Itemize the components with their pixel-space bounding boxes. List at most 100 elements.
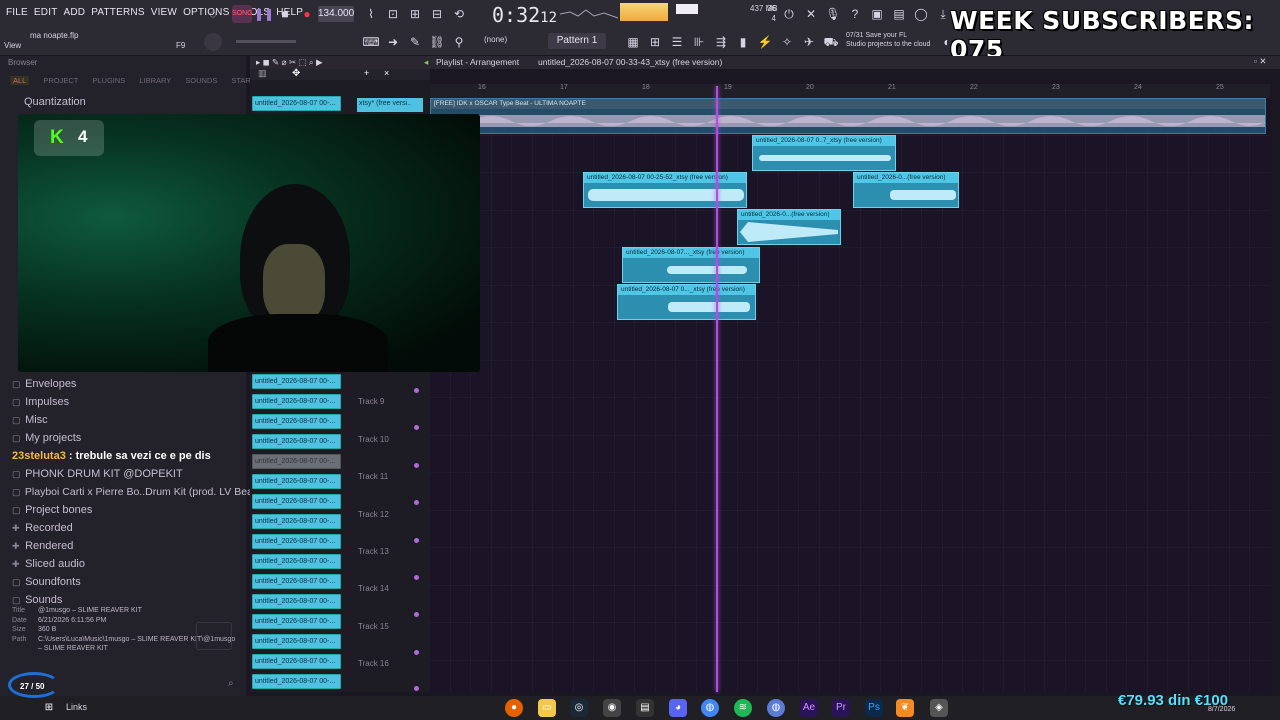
master-volume-knob[interactable]	[204, 33, 222, 51]
fl-studio-icon[interactable]: ❦	[896, 699, 914, 717]
plug-icon[interactable]: ⚡	[756, 33, 774, 51]
track-label[interactable]: Track 9	[358, 397, 384, 406]
track-label[interactable]: Track 14	[358, 584, 389, 593]
keyboard-icon[interactable]: ⌨	[362, 33, 380, 51]
track-label[interactable]: Track 15	[358, 622, 389, 631]
channel-rack-icon[interactable]: ☰	[668, 33, 686, 51]
spotify-icon[interactable]: ≋	[734, 699, 752, 717]
menu-edit[interactable]: EDIT	[34, 7, 58, 18]
browser-item-soundfonts[interactable]: ▢ Soundfonts	[12, 576, 81, 588]
audio-clip-main[interactable]: [FREE] IDK x OSCAR Type Beat - ULTIMA NO…	[430, 98, 1266, 134]
photoshop-icon[interactable]: Ps	[865, 699, 883, 717]
piano-roll-icon[interactable]: ⊞	[646, 33, 664, 51]
song-mode-toggle[interactable]: SONG	[232, 5, 253, 23]
track-label[interactable]: Track 10	[358, 435, 389, 444]
github-icon[interactable]: ◉	[603, 699, 621, 717]
playlist-play-icon[interactable]: ◂	[424, 57, 428, 68]
pattern-clip[interactable]: untitled_2026-08-07 00-...	[252, 674, 341, 689]
link-icon[interactable]: ⛓	[428, 33, 446, 51]
browser-item-playboi-carti-kit[interactable]: ▢ Playboi Carti x Pierre Bo..Drum Kit (p…	[12, 486, 265, 498]
pattern-clip[interactable]: untitled_2026-08-07 00-...	[252, 594, 341, 609]
record-button[interactable]: ●	[298, 5, 316, 23]
browser-item-sliced-audio[interactable]: ✚ Sliced audio	[12, 558, 85, 570]
save-icon[interactable]: ▣	[868, 5, 886, 23]
bird-icon[interactable]: ✈	[800, 33, 818, 51]
track-label[interactable]: Track 11	[358, 472, 388, 481]
tab-library[interactable]: LIBRARY	[139, 76, 171, 85]
menu-file[interactable]: FILE	[6, 7, 28, 18]
pattern-clip[interactable]: untitled_2026-08-07 00-...	[252, 554, 341, 569]
pattern-clip[interactable]: untitled_2026-08-07 00-...	[252, 574, 341, 589]
obs-icon[interactable]: ▤	[636, 699, 654, 717]
pattern-clip[interactable]: untitled_2026-08-07 00-...	[252, 654, 341, 669]
chrome-icon[interactable]: ◍	[701, 699, 719, 717]
cart-icon[interactable]: ⛟	[822, 33, 840, 51]
help-icon[interactable]: ?	[846, 5, 864, 23]
menu-patterns[interactable]: PATTERNS	[91, 7, 144, 18]
after-effects-icon[interactable]: Ae	[800, 699, 818, 717]
premiere-icon[interactable]: Pr	[832, 699, 850, 717]
pattern-clip[interactable]: untitled_2026-08-07 00-...	[252, 494, 341, 509]
pattern-selector[interactable]: Pattern 1	[548, 33, 606, 49]
track-label[interactable]: Track 16	[358, 659, 389, 668]
tab-all[interactable]: ALL	[10, 76, 30, 85]
window-controls[interactable]: ▫ ✕	[1254, 56, 1267, 67]
add-track-icon[interactable]: +	[364, 68, 369, 78]
pattern-clip-muted[interactable]: untitled_2026-08-07 00-...	[252, 454, 341, 469]
countdown-icon[interactable]: ⊞	[406, 5, 424, 23]
track-label[interactable]: Track 12	[358, 510, 389, 519]
pattern-clip[interactable]: untitled_2026-08-07 00-...	[252, 434, 341, 449]
pattern-clip[interactable]: untitled_2026-08-07 00-...	[252, 394, 341, 409]
song-position-clock[interactable]: 0:3212	[492, 3, 557, 27]
export-icon[interactable]: ▤	[890, 5, 908, 23]
playlist-toolbar-icons[interactable]: ▸ ◼ ✎ ⌀ ✂ ⬚ ⌕ ▶	[256, 57, 323, 68]
tab-project[interactable]: PROJECT	[43, 76, 78, 85]
track-label[interactable]: Track 13	[358, 547, 389, 556]
app-icon[interactable]: ◈	[930, 699, 948, 717]
browser-item-quantization[interactable]: Quantization	[24, 96, 86, 108]
wait-input-icon[interactable]: ⊡	[384, 5, 402, 23]
browser-item-my-projects[interactable]: ▢ My projects	[12, 432, 81, 444]
browser-item-rendered[interactable]: ✚ Rendered	[12, 540, 73, 552]
pattern-clip[interactable]: untitled_2026-08-07 00-...	[252, 634, 341, 649]
timeline-ruler[interactable]: 16 17 18 19 20 21 22 23 24 25	[430, 84, 1270, 98]
search-icon[interactable]: ⌕	[228, 678, 234, 689]
menu-view[interactable]: VIEW	[151, 7, 177, 18]
tab-plugins[interactable]: PLUGINS	[92, 76, 125, 85]
microphone-icon[interactable]: 🎙	[824, 5, 842, 23]
metronome-icon[interactable]: ⌇	[362, 5, 380, 23]
pattern-select[interactable]: (none)	[484, 35, 507, 44]
remove-track-icon[interactable]: ×	[384, 68, 389, 78]
browser-item-sounds[interactable]: ▢ Sounds	[12, 594, 62, 606]
tab-sounds[interactable]: SOUNDS	[185, 76, 217, 85]
steam-icon[interactable]: ◎	[570, 699, 588, 717]
pattern-clip[interactable]: untitled_2026-08-07 00-...	[252, 96, 341, 111]
browser-item-phonk-drum-kit[interactable]: ▢ PHONK DRUM KIT @DOPEKIT	[12, 468, 183, 480]
browser-toggle-icon[interactable]: ⇶	[712, 33, 730, 51]
browser-item-recorded[interactable]: ✚ Recorded	[12, 522, 73, 534]
firefox-icon[interactable]: ●	[505, 699, 523, 717]
playhead[interactable]	[716, 86, 718, 692]
track-mute-dot[interactable]	[414, 425, 419, 430]
browser-item-misc[interactable]: ▢ Misc	[12, 414, 48, 426]
audio-clip[interactable]: untitled_2026-08-07..._xtsy (free versio…	[622, 247, 760, 283]
track-mute-dot[interactable]	[414, 500, 419, 505]
master-pitch-slider[interactable]	[236, 40, 296, 43]
tools-icon[interactable]: ✧	[778, 33, 796, 51]
file-explorer-icon[interactable]: ▭	[538, 699, 556, 717]
track-mute-dot[interactable]	[414, 650, 419, 655]
plugin-icon[interactable]: ▮	[734, 33, 752, 51]
close-x-icon[interactable]: ✕	[802, 5, 820, 23]
playlist-icon[interactable]: ▦	[624, 33, 642, 51]
stop-button[interactable]: ■	[276, 5, 294, 23]
power-icon[interactable]: ⏻	[780, 5, 798, 23]
cloud-save-message[interactable]: 07/31 Save your FL Studio projects to the…	[846, 31, 930, 49]
globe-app-icon[interactable]: ◍	[767, 699, 785, 717]
audio-clip[interactable]: untitled_2026-08-07 00-25-52_xtsy (free …	[583, 172, 747, 208]
cloud-icon[interactable]: ◐	[938, 33, 956, 51]
move-icon[interactable]: ✥	[292, 68, 300, 79]
xtsy-clip[interactable]: xtsy* (free versi..	[357, 98, 423, 112]
start-icon[interactable]: ⊞	[40, 699, 58, 717]
mixer-icon[interactable]: ⊪	[690, 33, 708, 51]
play-pause-button[interactable]: ❚❚	[254, 5, 274, 23]
